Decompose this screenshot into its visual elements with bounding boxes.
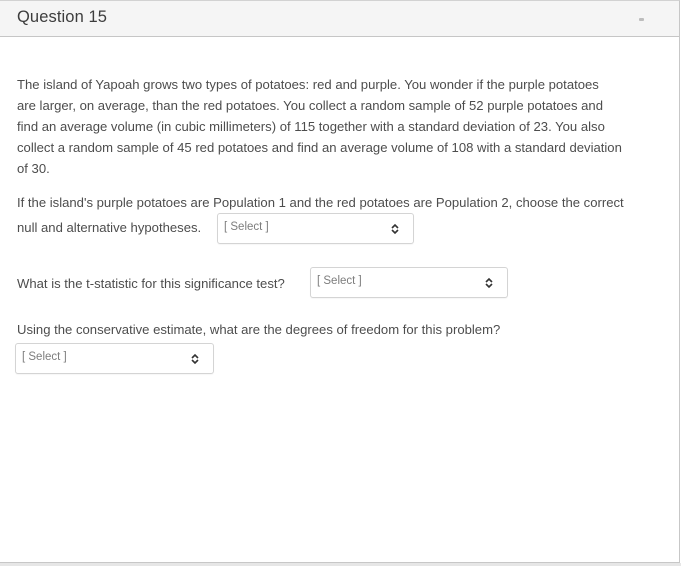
hypotheses-select[interactable]: [ Select ] [217,213,414,244]
degrees-of-freedom-select-value: [ Select ] [22,351,67,363]
up-down-chevron-icon [191,353,199,365]
degrees-of-freedom-prompt: Using the conservative estimate, what ar… [17,322,501,337]
question-title: Question 15 [17,8,108,26]
hypotheses-select-value: [ Select ] [224,221,269,233]
t-statistic-prompt: What is the t-statistic for this signifi… [17,276,285,291]
points-indicator [639,18,644,21]
intro-line: are larger, on average, than the red pot… [17,98,603,113]
intro-line: The island of Yapoah grows two types of … [17,77,599,92]
t-statistic-select-value: [ Select ] [317,275,362,287]
question-intro: The island of Yapoah grows two types of … [17,74,672,179]
intro-line: of 30. [17,161,50,176]
question-header: Question 15 [0,1,679,37]
degrees-of-freedom-select[interactable]: [ Select ] [15,343,214,374]
up-down-chevron-icon [391,223,399,235]
t-statistic-select[interactable]: [ Select ] [310,267,508,298]
hypotheses-prompt-continued: null and alternative hypotheses. [17,220,202,235]
up-down-chevron-icon [485,277,493,289]
intro-line: collect a random sample of 45 red potato… [17,140,622,155]
hypotheses-prompt: If the island's purple potatoes are Popu… [17,195,624,210]
intro-line: find an average volume (in cubic millime… [17,119,605,134]
